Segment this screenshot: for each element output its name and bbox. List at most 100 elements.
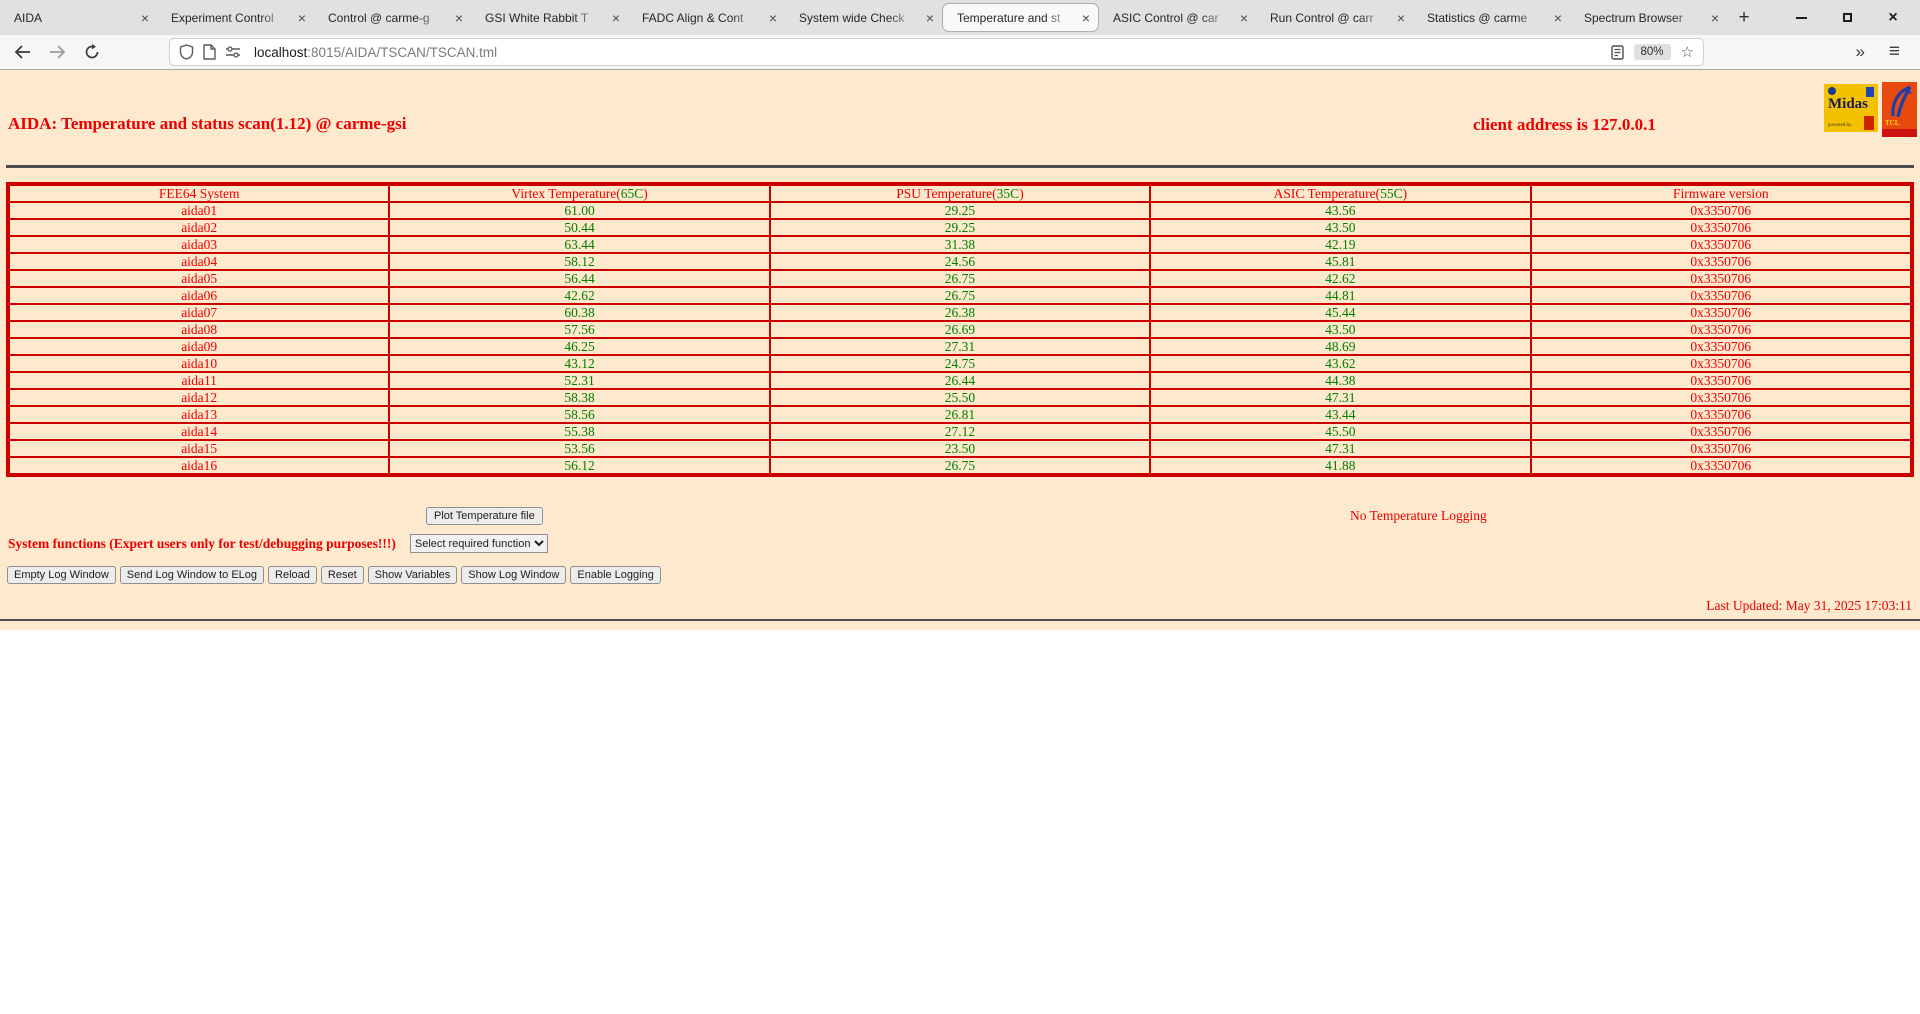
tab-close-icon[interactable]: × bbox=[298, 11, 306, 25]
reader-mode-icon[interactable] bbox=[1611, 45, 1624, 60]
shield-icon[interactable] bbox=[179, 44, 194, 60]
cell-asic: 44.81 bbox=[1150, 287, 1530, 304]
zoom-level-badge[interactable]: 80% bbox=[1634, 44, 1671, 60]
scan-table-body: aida0161.0029.2543.560x3350706aida0250.4… bbox=[9, 202, 1911, 474]
table-row: aida1152.3126.4444.380x3350706 bbox=[9, 372, 1911, 389]
column-header: Firmware version bbox=[1531, 185, 1911, 202]
cell-fw: 0x3350706 bbox=[1531, 202, 1911, 219]
reload-icon[interactable] bbox=[82, 42, 102, 62]
tab-close-icon[interactable]: × bbox=[1397, 11, 1405, 25]
tab-close-icon[interactable]: × bbox=[455, 11, 463, 25]
browser-tab-4[interactable]: GSI White Rabbit T× bbox=[471, 0, 628, 35]
tab-close-icon[interactable]: × bbox=[926, 11, 934, 25]
cell-fw: 0x3350706 bbox=[1531, 423, 1911, 440]
browser-tab-3[interactable]: Control @ carme-g × bbox=[314, 0, 471, 35]
browser-tab-11[interactable]: Spectrum Browser × bbox=[1570, 0, 1727, 35]
cell-name: aida13 bbox=[9, 406, 389, 423]
cell-psu: 25.50 bbox=[770, 389, 1150, 406]
cell-fw: 0x3350706 bbox=[1531, 287, 1911, 304]
minimize-icon[interactable] bbox=[1790, 7, 1812, 29]
cell-asic: 43.62 bbox=[1150, 355, 1530, 372]
cell-virtex: 46.25 bbox=[389, 338, 769, 355]
browser-tab-10[interactable]: Statistics @ carme× bbox=[1413, 0, 1570, 35]
table-row: aida1656.1226.7541.880x3350706 bbox=[9, 457, 1911, 474]
cell-fw: 0x3350706 bbox=[1531, 389, 1911, 406]
cell-virtex: 42.62 bbox=[389, 287, 769, 304]
cell-psu: 26.75 bbox=[770, 270, 1150, 287]
cell-psu: 27.31 bbox=[770, 338, 1150, 355]
cell-psu: 27.12 bbox=[770, 423, 1150, 440]
cell-asic: 43.44 bbox=[1150, 406, 1530, 423]
cell-name: aida05 bbox=[9, 270, 389, 287]
tab-title: Run Control @ carr bbox=[1270, 11, 1393, 25]
tab-close-icon[interactable]: × bbox=[1240, 11, 1248, 25]
cell-fw: 0x3350706 bbox=[1531, 321, 1911, 338]
reload-button[interactable]: Reload bbox=[268, 566, 317, 584]
back-icon[interactable] bbox=[12, 42, 32, 62]
cell-name: aida10 bbox=[9, 355, 389, 372]
browser-tab-5[interactable]: FADC Align & Cont× bbox=[628, 0, 785, 35]
browser-tab-6[interactable]: System wide Check× bbox=[785, 0, 942, 35]
header-divider bbox=[6, 165, 1914, 168]
cell-virtex: 57.56 bbox=[389, 321, 769, 338]
cell-asic: 45.44 bbox=[1150, 304, 1530, 321]
tab-close-icon[interactable]: × bbox=[141, 11, 149, 25]
table-row: aida0556.4426.7542.620x3350706 bbox=[9, 270, 1911, 287]
cell-name: aida03 bbox=[9, 236, 389, 253]
page-title: AIDA: Temperature and status scan(1.12) … bbox=[8, 114, 406, 134]
show-variables-button[interactable]: Show Variables bbox=[368, 566, 458, 584]
page-info-icon[interactable] bbox=[203, 44, 216, 60]
browser-tab-7[interactable]: Temperature and st× bbox=[942, 3, 1099, 32]
enable-logging-button[interactable]: Enable Logging bbox=[570, 566, 660, 584]
overflow-chevrons-icon[interactable]: » bbox=[1855, 42, 1864, 62]
tab-close-icon[interactable]: × bbox=[769, 11, 777, 25]
cell-name: aida04 bbox=[9, 253, 389, 270]
permissions-icon[interactable] bbox=[225, 46, 241, 58]
tab-close-icon[interactable]: × bbox=[1711, 11, 1719, 25]
close-window-icon[interactable]: × bbox=[1882, 7, 1904, 29]
cell-name: aida16 bbox=[9, 457, 389, 474]
cell-virtex: 58.12 bbox=[389, 253, 769, 270]
cell-psu: 26.69 bbox=[770, 321, 1150, 338]
cell-asic: 45.50 bbox=[1150, 423, 1530, 440]
new-tab-button[interactable]: + bbox=[1727, 7, 1761, 29]
forward-icon[interactable] bbox=[47, 42, 67, 62]
cell-psu: 24.75 bbox=[770, 355, 1150, 372]
browser-tab-1[interactable]: AIDA× bbox=[0, 0, 157, 35]
tab-close-icon[interactable]: × bbox=[612, 11, 620, 25]
browser-tab-9[interactable]: Run Control @ carr × bbox=[1256, 0, 1413, 35]
bookmark-star-icon[interactable]: ☆ bbox=[1681, 43, 1694, 61]
cell-psu: 26.81 bbox=[770, 406, 1150, 423]
tab-title: Control @ carme-g bbox=[328, 11, 451, 25]
maximize-icon[interactable] bbox=[1836, 7, 1858, 29]
cell-fw: 0x3350706 bbox=[1531, 338, 1911, 355]
function-select[interactable]: Select required function bbox=[410, 534, 548, 553]
url-bar[interactable]: localhost:8015/AIDA/TSCAN/TSCAN.tml 80% … bbox=[169, 38, 1704, 66]
cell-asic: 44.38 bbox=[1150, 372, 1530, 389]
cell-asic: 43.56 bbox=[1150, 202, 1530, 219]
url-path: :8015/AIDA/TSCAN/TSCAN.tml bbox=[307, 45, 497, 60]
column-header: FEE64 System bbox=[9, 185, 389, 202]
no-temperature-logging-status: No Temperature Logging bbox=[1350, 508, 1487, 524]
cell-fw: 0x3350706 bbox=[1531, 253, 1911, 270]
tab-close-icon[interactable]: × bbox=[1554, 11, 1562, 25]
url-text[interactable]: localhost:8015/AIDA/TSCAN/TSCAN.tml bbox=[254, 45, 497, 60]
reset-button[interactable]: Reset bbox=[321, 566, 364, 584]
table-row: aida0458.1224.5645.810x3350706 bbox=[9, 253, 1911, 270]
plot-temperature-file-button[interactable]: Plot Temperature file bbox=[426, 507, 543, 525]
page-content: AIDA: Temperature and status scan(1.12) … bbox=[0, 70, 1920, 630]
menu-hamburger-icon[interactable]: ≡ bbox=[1889, 41, 1900, 63]
tab-title: Spectrum Browser bbox=[1584, 11, 1707, 25]
browser-tab-2[interactable]: Experiment Control× bbox=[157, 0, 314, 35]
table-row: aida1358.5626.8143.440x3350706 bbox=[9, 406, 1911, 423]
empty-log-window-button[interactable]: Empty Log Window bbox=[7, 566, 116, 584]
cell-fw: 0x3350706 bbox=[1531, 236, 1911, 253]
midas-logo: Midas powered by bbox=[1824, 84, 1878, 132]
show-log-window-button[interactable]: Show Log Window bbox=[461, 566, 566, 584]
tab-close-icon[interactable]: × bbox=[1082, 11, 1090, 25]
tcl-logo-bar bbox=[1882, 129, 1917, 137]
window-controls: × bbox=[1790, 7, 1920, 29]
browser-tab-8[interactable]: ASIC Control @ car× bbox=[1099, 0, 1256, 35]
cell-asic: 42.62 bbox=[1150, 270, 1530, 287]
send-log-window-to-elog-button[interactable]: Send Log Window to ELog bbox=[120, 566, 264, 584]
